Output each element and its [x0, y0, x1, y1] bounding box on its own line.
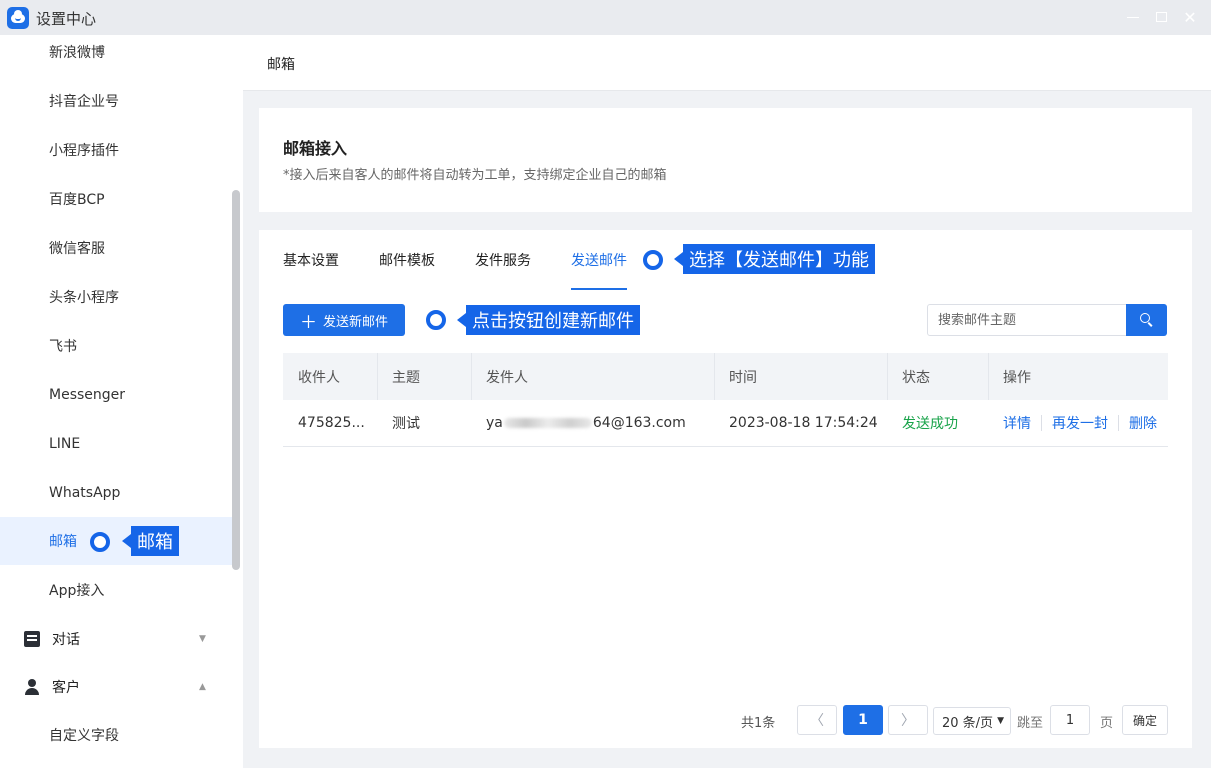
jump-page-input[interactable]: [1050, 705, 1090, 735]
send-new-email-label: 发送新邮件: [322, 314, 388, 330]
resend-link[interactable]: 再发一封: [1052, 413, 1108, 433]
sidebar-item-line[interactable]: LINE: [0, 420, 232, 468]
window-title: 设置中心: [36, 10, 97, 28]
sidebar-item-wechat-service[interactable]: 微信客服: [0, 224, 232, 272]
minimize-icon[interactable]: [1124, 8, 1142, 26]
annotation-dot: [643, 250, 663, 270]
sidebar-item-whatsapp[interactable]: WhatsApp: [0, 469, 232, 517]
tab-email-template[interactable]: 邮件模板: [379, 250, 435, 280]
page-title: 邮箱: [267, 57, 295, 73]
table-header: 收件人 主题 发件人 时间 状态 操作: [283, 353, 1168, 400]
next-page-button[interactable]: 〉: [888, 705, 928, 735]
tab-send-email[interactable]: 发送邮件: [571, 250, 627, 290]
email-table: 收件人 主题 发件人 时间 状态 操作 475825... 测试 ya 64@16…: [283, 353, 1168, 447]
cell-sender: ya 64@163.com: [471, 415, 714, 431]
page-unit-label: 页: [1100, 716, 1114, 731]
annotation-label-tab: 选择【发送邮件】功能: [674, 244, 875, 274]
divider: [1041, 415, 1042, 431]
sidebar-item-email[interactable]: 邮箱: [0, 517, 232, 565]
delete-link[interactable]: 删除: [1129, 413, 1157, 433]
annotation-dot: [426, 310, 446, 330]
table-row[interactable]: 475825... 测试 ya 64@163.com 2023-08-18 17:…: [283, 400, 1168, 447]
sender-suffix: 64@163.com: [592, 415, 686, 431]
column-header-actions: 操作: [988, 353, 1168, 400]
redacted-text: [503, 418, 592, 428]
sidebar-item-weibo[interactable]: 新浪微博: [0, 28, 232, 76]
tab-basic-settings[interactable]: 基本设置: [283, 250, 339, 280]
search-icon: [1140, 313, 1150, 323]
section-description: *接入后来自客人的邮件将自动转为工单，支持绑定企业自己的邮箱: [283, 168, 667, 183]
cell-actions: 详情 再发一封 删除: [988, 413, 1168, 433]
caret-down-icon: ▼: [997, 716, 1004, 726]
app-logo-icon: [7, 7, 29, 29]
chevron-left-icon: 〈: [810, 713, 824, 729]
column-header-subject: 主题: [377, 353, 471, 400]
sidebar-item-baidu-bcp[interactable]: 百度BCP: [0, 175, 232, 223]
column-header-status: 状态: [887, 353, 988, 400]
search-button[interactable]: [1126, 304, 1167, 336]
search-input[interactable]: [927, 304, 1127, 336]
jump-confirm-button[interactable]: 确定: [1122, 705, 1168, 735]
prev-page-button[interactable]: 〈: [797, 705, 837, 735]
plus-icon: ＋: [299, 312, 317, 333]
sidebar-group-label: 客户: [52, 680, 80, 696]
column-header-sender: 发件人: [471, 353, 714, 400]
cell-time: 2023-08-18 17:54:24: [729, 415, 878, 431]
tab-send-service[interactable]: 发件服务: [475, 250, 531, 280]
sidebar-group-label: 对话: [52, 632, 80, 648]
annotation-label-sidebar: 邮箱: [122, 526, 179, 556]
caret-down-icon: ▼: [199, 634, 206, 644]
email-card: 基本设置 邮件模板 发件服务 发送邮件 选择【发送邮件】功能 ＋ 发送新邮件 点…: [259, 230, 1192, 748]
sidebar-item-douyin[interactable]: 抖音企业号: [0, 77, 232, 125]
sidebar-item-messenger[interactable]: Messenger: [0, 371, 232, 419]
annotation-label-button: 点击按钮创建新邮件: [457, 305, 640, 335]
page-number-button[interactable]: 1: [843, 705, 883, 735]
cell-subject: 测试: [392, 416, 420, 432]
maximize-icon[interactable]: [1152, 8, 1170, 26]
column-header-recipient: 收件人: [298, 369, 340, 386]
sidebar-item-feishu[interactable]: 飞书: [0, 322, 232, 370]
column-header-time: 时间: [714, 353, 887, 400]
section-title: 邮箱接入: [283, 139, 348, 158]
chat-icon: [24, 631, 40, 647]
jump-label: 跳至: [1017, 716, 1044, 731]
sidebar-item-custom-fields[interactable]: 自定义字段: [0, 711, 232, 759]
page-header: 邮箱: [243, 35, 1211, 91]
sidebar: 新浪微博 抖音企业号 小程序插件 百度BCP 微信客服 头条小程序 飞书 Mes…: [0, 35, 243, 768]
details-link[interactable]: 详情: [1003, 413, 1031, 433]
page-size-value: 20 条/页: [942, 715, 994, 731]
sidebar-item-miniprogram-plugin[interactable]: 小程序插件: [0, 126, 232, 174]
pagination-total: 共1条: [741, 716, 776, 731]
user-icon: [24, 679, 40, 695]
annotation-dot: [90, 532, 110, 552]
sidebar-item-toutiao[interactable]: 头条小程序: [0, 273, 232, 321]
close-icon[interactable]: ✕: [1181, 8, 1199, 27]
intro-card: 邮箱接入 *接入后来自客人的邮件将自动转为工单，支持绑定企业自己的邮箱: [259, 108, 1192, 212]
caret-up-icon: ▲: [199, 682, 206, 692]
sidebar-scrollbar[interactable]: [232, 190, 240, 570]
cell-recipient: 475825...: [298, 415, 365, 431]
page-size-select[interactable]: 20 条/页 ▼: [933, 707, 1011, 735]
sender-prefix: ya: [486, 415, 503, 431]
divider: [1118, 415, 1119, 431]
status-badge: 发送成功: [902, 416, 958, 432]
sidebar-group-conversation[interactable]: 对话 ▼: [0, 615, 232, 663]
sidebar-group-customer[interactable]: 客户 ▲: [0, 663, 232, 711]
sidebar-item-app[interactable]: App接入: [0, 566, 232, 614]
send-new-email-button[interactable]: ＋ 发送新邮件: [283, 304, 405, 336]
chevron-right-icon: 〉: [901, 713, 915, 729]
